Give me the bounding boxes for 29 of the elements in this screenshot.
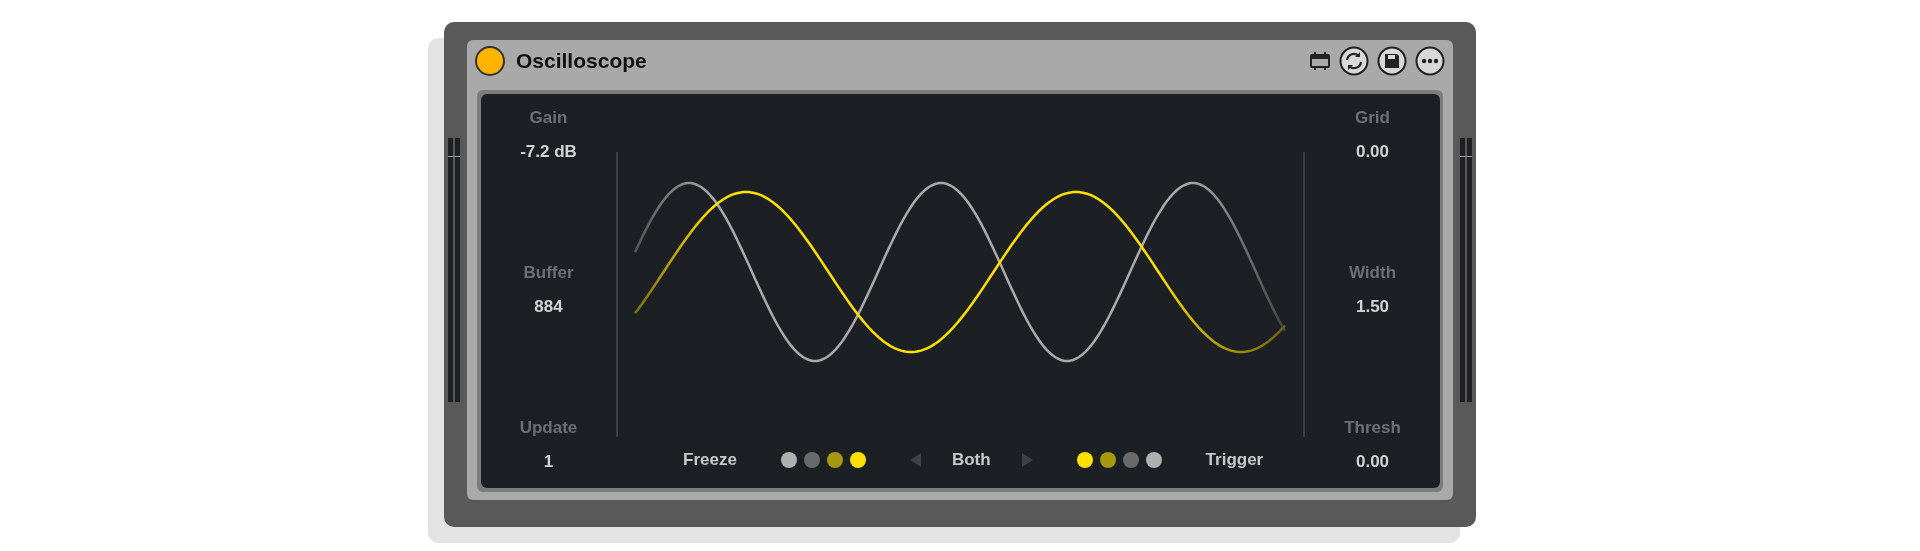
more-icon[interactable] — [1415, 46, 1445, 76]
indicator-dot[interactable] — [1122, 451, 1139, 468]
param-label: Grid — [1355, 108, 1390, 128]
indicator-dot[interactable] — [849, 451, 866, 468]
param-value[interactable]: 0.00 — [1355, 142, 1390, 162]
param-label: Width — [1348, 263, 1397, 283]
param-value[interactable]: 1 — [543, 452, 554, 472]
param-label: Update — [519, 418, 578, 438]
indicator-dot[interactable] — [826, 451, 843, 468]
mode-value[interactable]: Both — [951, 449, 991, 470]
refresh-icon[interactable] — [1339, 46, 1369, 76]
indicator-dot[interactable] — [1099, 451, 1116, 468]
window-icon[interactable] — [1309, 51, 1331, 71]
save-icon[interactable] — [1377, 46, 1407, 76]
param-label: Gain — [529, 108, 568, 128]
param-value[interactable]: -7.2 dB — [520, 142, 577, 162]
device-title: Oscilloscope — [516, 49, 648, 73]
indicator-dot[interactable] — [780, 451, 797, 468]
freeze-label: Freeze — [683, 449, 737, 470]
param-value[interactable]: 0.00 — [1355, 452, 1390, 472]
param-label: Buffer — [523, 263, 574, 283]
indicator-dot[interactable] — [1145, 451, 1162, 468]
param-value[interactable]: 884 — [534, 297, 563, 317]
power-button[interactable] — [475, 46, 505, 76]
indicator-dot[interactable] — [1076, 451, 1093, 468]
param-value[interactable]: 1.50 — [1355, 297, 1390, 317]
indicator-dot[interactable] — [803, 451, 820, 468]
trigger-label: Trigger — [1205, 449, 1264, 470]
param-label: Thresh — [1344, 418, 1401, 438]
